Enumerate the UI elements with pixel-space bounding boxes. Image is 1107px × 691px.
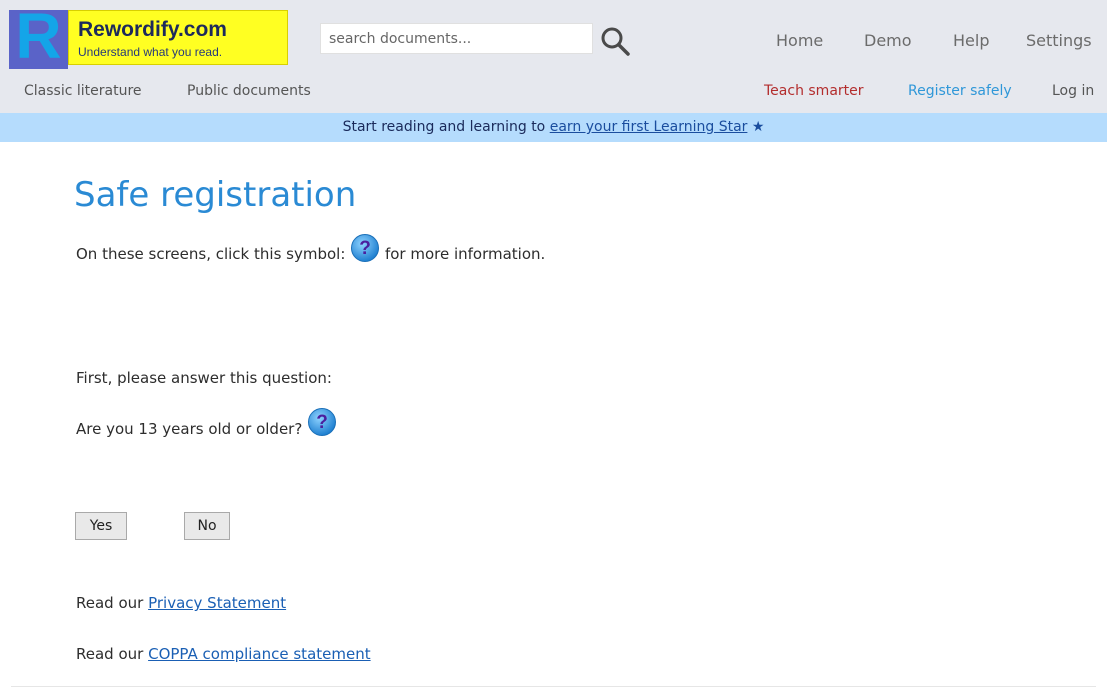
info-line: On these screens, click this symbol: ? f… (76, 233, 546, 263)
main-content: Safe registration On these screens, clic… (0, 142, 1107, 691)
star-icon: ★ (751, 119, 765, 135)
nav-home[interactable]: Home (776, 31, 823, 50)
privacy-prefix: Read our (76, 594, 144, 612)
coppa-line: Read our COPPA compliance statement (76, 645, 371, 663)
site-tagline: Understand what you read. (78, 45, 223, 59)
site-name: Rewordify.com (78, 18, 227, 41)
logo-mark[interactable]: R (9, 4, 68, 69)
learning-star-link[interactable]: earn your first Learning Star (550, 119, 748, 135)
no-button[interactable]: No (184, 512, 230, 540)
nav-public-documents[interactable]: Public documents (187, 83, 311, 99)
age-question-line: Are you 13 years old or older? ? (76, 407, 337, 438)
logo-title-box[interactable]: Rewordify.com Understand what you read. (68, 10, 288, 65)
learning-star-banner: Start reading and learning to earn your … (0, 113, 1107, 142)
secondary-nav: Classic literature Public documents Teac… (0, 69, 1107, 113)
nav-classic-literature[interactable]: Classic literature (24, 83, 142, 99)
coppa-prefix: Read our (76, 645, 144, 663)
banner-text: Start reading and learning to (342, 119, 550, 135)
svg-text:?: ? (359, 238, 371, 259)
logo-letter: R (15, 0, 62, 72)
age-question: Are you 13 years old or older? (76, 420, 303, 438)
search-input[interactable] (320, 23, 593, 54)
question-mark-icon[interactable]: ? (350, 233, 380, 263)
nav-help[interactable]: Help (953, 31, 989, 50)
info-text-before: On these screens, click this symbol: (76, 245, 346, 263)
search-icon[interactable] (598, 24, 632, 58)
svg-text:?: ? (316, 412, 328, 433)
coppa-statement-link[interactable]: COPPA compliance statement (148, 645, 371, 663)
nav-demo[interactable]: Demo (864, 31, 912, 50)
bottom-divider (11, 686, 1096, 687)
nav-settings[interactable]: Settings (1026, 31, 1092, 50)
top-bar: R Rewordify.com Understand what you read… (0, 0, 1107, 69)
nav-register-safely[interactable]: Register safely (908, 83, 1012, 99)
question-mark-icon[interactable]: ? (307, 407, 337, 437)
info-text-after: for more information. (384, 245, 546, 263)
question-intro: First, please answer this question: (76, 369, 332, 387)
yes-button[interactable]: Yes (75, 512, 127, 540)
nav-log-in[interactable]: Log in (1052, 83, 1094, 99)
privacy-statement-link[interactable]: Privacy Statement (148, 594, 286, 612)
page-title: Safe registration (74, 175, 357, 215)
nav-teach-smarter[interactable]: Teach smarter (764, 83, 864, 99)
privacy-line: Read our Privacy Statement (76, 594, 286, 612)
